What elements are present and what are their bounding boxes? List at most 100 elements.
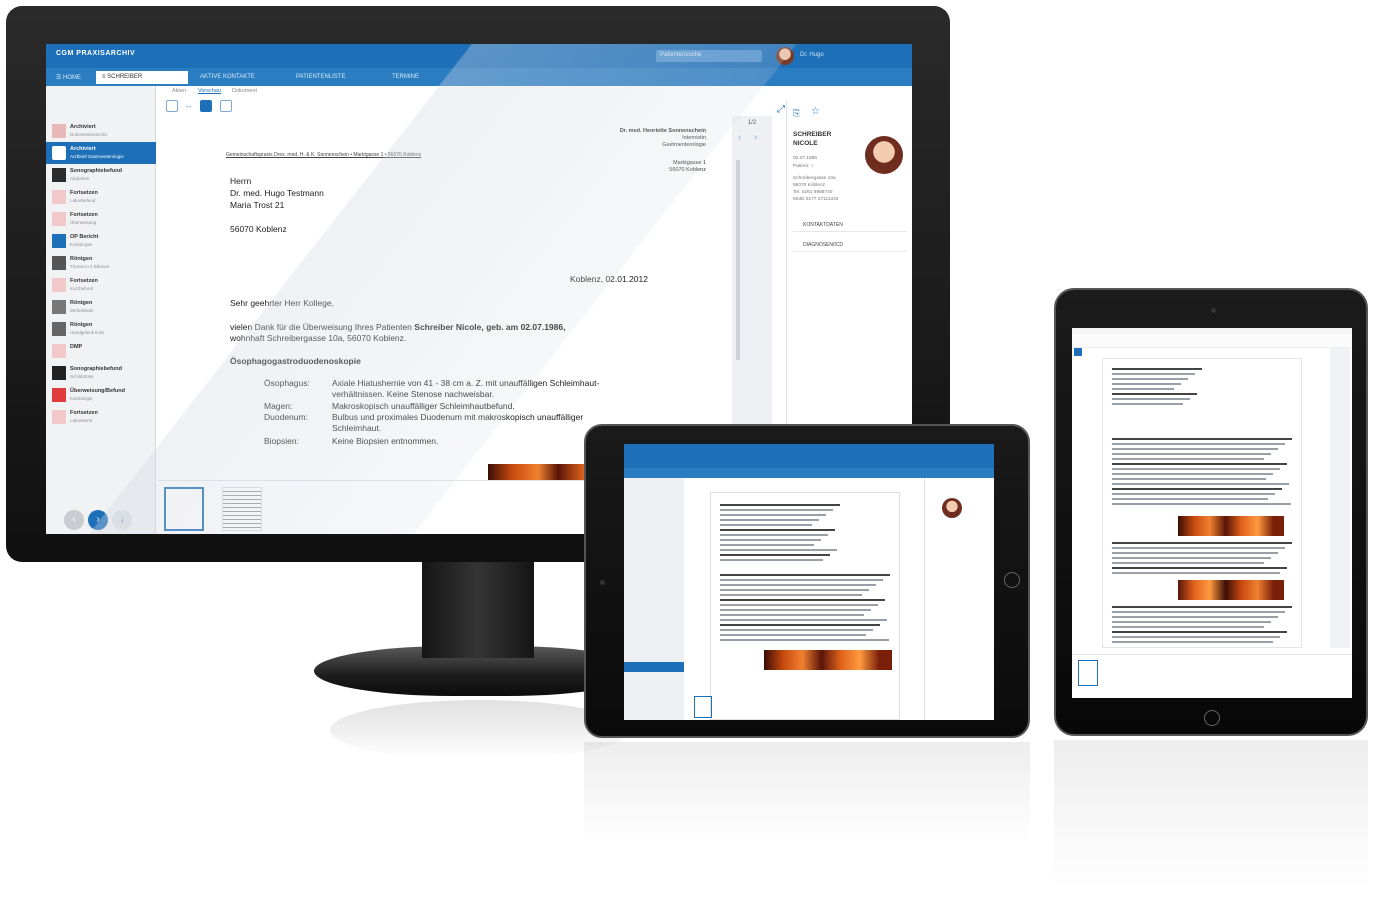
mini-text-line <box>720 629 873 631</box>
list-item-sub: Handgelenk links <box>70 330 105 335</box>
list-item-title: Fortsetzen <box>70 278 98 284</box>
mini-text-line <box>720 539 821 541</box>
recipient-line: Dr. med. Hugo Testmann <box>230 188 324 198</box>
star-icon[interactable]: ☆ <box>811 106 820 117</box>
list-item[interactable]: Fortsetzen Laborwerte <box>46 406 156 428</box>
letter-salutation: Sehr geehrter Herr Kollege, <box>230 298 334 308</box>
mini-patient-avatar <box>942 498 962 518</box>
section-kontaktdaten[interactable]: KONTAKTDATEN <box>793 218 907 232</box>
user-avatar[interactable] <box>776 47 794 65</box>
list-item[interactable]: Sonographiebefund Schilddrüse <box>46 362 156 384</box>
fullscreen-icon[interactable]: ⤢ <box>777 104 785 115</box>
next-arrow-icon[interactable]: › <box>88 510 108 530</box>
mini-text-line <box>720 634 866 636</box>
grid-view-icon[interactable] <box>166 100 178 112</box>
scrollbar[interactable] <box>736 160 740 360</box>
mini-text-line <box>1112 606 1292 609</box>
mini-thumbnail <box>694 696 712 718</box>
document-thumb <box>52 234 66 248</box>
list-item[interactable]: Fortsetzen Kurzbefund <box>46 274 156 296</box>
page-view-icon[interactable] <box>200 100 212 112</box>
prev-arrow-icon[interactable]: ‹ <box>64 510 84 530</box>
view-tab-akten[interactable]: Akten <box>172 88 186 94</box>
list-item[interactable]: DMP <box>46 340 156 362</box>
mini-text-line <box>1112 542 1292 545</box>
mini-text-line <box>1112 453 1271 455</box>
patient-mobile: Mobil 0177 27111333 <box>793 197 839 202</box>
list-item[interactable]: Röntgen Wirbelsäule <box>46 296 156 318</box>
xray-thumb <box>52 256 66 270</box>
list-item[interactable]: Fortsetzen Laborbefund <box>46 186 156 208</box>
main-tabbar: ☰ HOME ≡ SCHREIBER AKTIVE KONTAKTE PATIE… <box>46 68 912 86</box>
mini-text-line <box>1112 483 1289 485</box>
mini-text-line <box>720 529 835 532</box>
section-diagnosen[interactable]: DIAGNOSEN/ICD <box>793 238 907 252</box>
tab-schreiber[interactable]: ≡ SCHREIBER <box>96 71 188 84</box>
list-item-sub: Thorax in 2 Ebenen <box>70 264 110 269</box>
list-item[interactable]: Fortsetzen Überweisung <box>46 208 156 230</box>
mini-text-line <box>1112 368 1202 371</box>
recipient-line: 56070 Koblenz <box>230 224 287 234</box>
list-item-title: Sonographiebefund <box>70 168 122 174</box>
tab-patientenliste[interactable]: PATIENTENLISTE <box>290 71 376 84</box>
tab-aktive-kontakte[interactable]: AKTIVE KONTAKTE <box>194 71 280 84</box>
expand-icon[interactable]: ↔ <box>184 100 196 112</box>
patient-first-name: NICOLE <box>793 140 818 147</box>
mini-text-line <box>1112 463 1287 466</box>
prev-page-icon[interactable]: ‹ <box>738 132 741 143</box>
mini-text-line <box>1112 383 1181 385</box>
camera <box>600 580 605 585</box>
patient-city: 56070 Koblenz <box>793 183 826 188</box>
user-name[interactable]: Dr. Hugo <box>800 52 824 58</box>
mini-text-line <box>1112 393 1197 396</box>
list-item[interactable]: OP Bericht Koloskopie <box>46 230 156 252</box>
list-item-title: Röntgen <box>70 322 93 328</box>
patient-search-input[interactable]: Patientensuche <box>656 50 762 62</box>
letterhead-name: Dr. med. Henriette Sonnenschein <box>619 128 706 134</box>
list-item-title: Röntgen <box>70 256 93 262</box>
tablet-portrait-reflection <box>1054 740 1368 890</box>
page-thumbnail-3[interactable] <box>272 487 312 531</box>
home-button[interactable] <box>1004 572 1020 588</box>
view-tab-vorschau[interactable]: Vorschau <box>198 88 221 94</box>
tab-termine[interactable]: TERMINE <box>386 71 472 84</box>
list-item[interactable]: Archiviert Dokumentenarchiv <box>46 120 156 142</box>
download-icon[interactable]: ↓ <box>112 510 132 530</box>
image-thumb <box>52 168 66 182</box>
list-item[interactable]: Röntgen Thorax in 2 Ebenen <box>46 252 156 274</box>
mini-text-line <box>1112 468 1280 470</box>
mini-text-line <box>1112 473 1273 475</box>
mini-thumbnail <box>1078 660 1098 686</box>
xray-thumb <box>52 322 66 336</box>
mini-text-line <box>1112 443 1285 445</box>
next-page-icon[interactable]: › <box>754 132 757 143</box>
link-icon[interactable]: ⎘ <box>793 108 800 119</box>
list-item[interactable]: Röntgen Handgelenk links <box>46 318 156 340</box>
list-item-sub: Abdomen <box>70 176 90 181</box>
document-thumb <box>52 388 66 402</box>
mini-text-line <box>720 599 885 602</box>
findings-heading: Ösophagogastroduodenoskopie <box>230 356 361 366</box>
mini-text-line <box>720 639 889 641</box>
list-view-icon[interactable] <box>220 100 232 112</box>
mini-text-line <box>1112 498 1268 500</box>
list-item[interactable]: Überweisung/Befund Kardiologie <box>46 384 156 406</box>
page-thumbnail-2[interactable] <box>222 487 262 531</box>
page-thumbnail-1[interactable] <box>164 487 204 531</box>
list-item-active[interactable]: Archiviert Arztbrief Gastroenterologie <box>46 142 156 164</box>
device-composite: CGM PRAXISARCHIV Patientensuche Dr. Hugo… <box>0 0 1376 900</box>
tablet-portrait <box>1054 288 1368 736</box>
mini-text-line <box>720 604 878 606</box>
sidebar-pager: ‹ › ↓ <box>64 510 134 530</box>
list-item-sub: Kurzbefund <box>70 286 94 291</box>
mini-text-line <box>1112 388 1174 390</box>
mini-text-line <box>720 559 823 561</box>
home-button[interactable] <box>1204 710 1220 726</box>
app-title: CGM PRAXISARCHIV <box>56 50 136 57</box>
finding-label: Ösophagus: <box>264 378 310 388</box>
mini-text-line <box>1112 567 1287 570</box>
view-tab-dokument[interactable]: Dokument <box>232 88 257 94</box>
mini-text-line <box>1112 552 1278 554</box>
tab-home[interactable]: ☰ HOME <box>50 71 87 84</box>
list-item[interactable]: Sonographiebefund Abdomen <box>46 164 156 186</box>
